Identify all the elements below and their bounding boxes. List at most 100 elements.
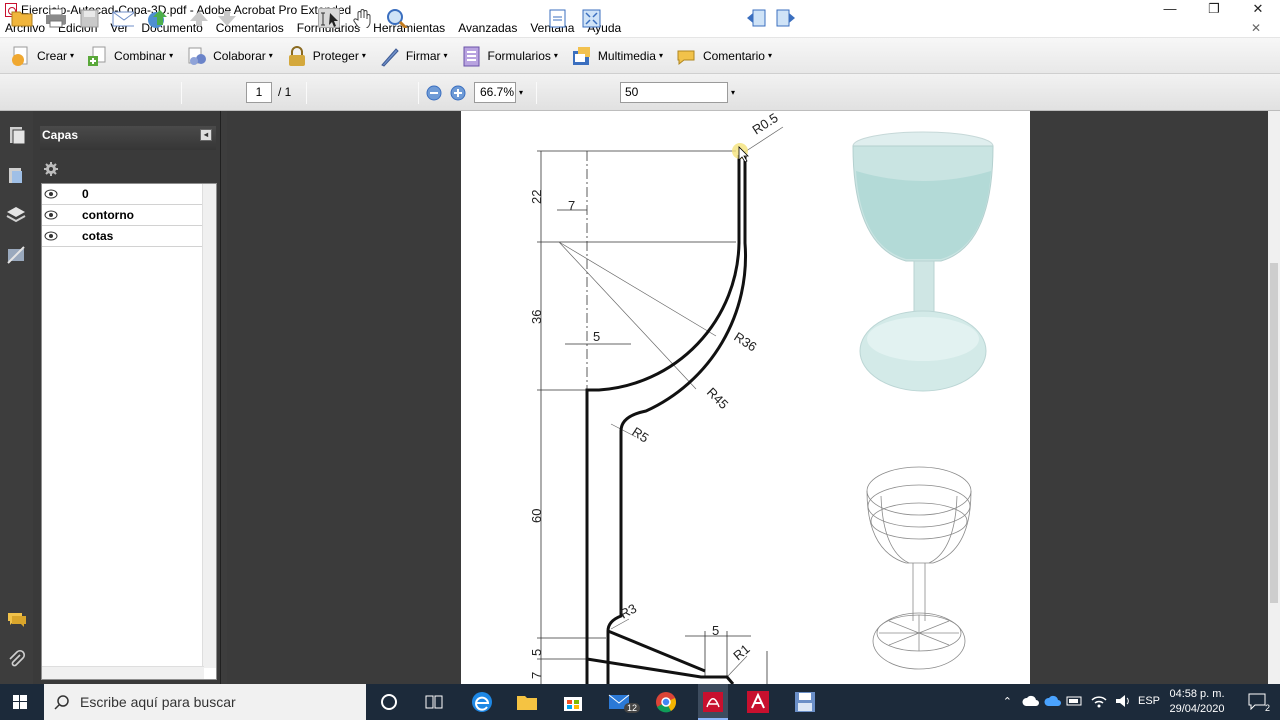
radius-label: R36 bbox=[731, 329, 759, 355]
dim-label: 36 bbox=[529, 310, 544, 324]
page-number-input[interactable]: 1 bbox=[246, 82, 272, 103]
radius-leaders bbox=[558, 126, 784, 678]
zoom-level-input[interactable]: 66.7% bbox=[474, 82, 516, 103]
window-controls: — ❐ ✕ bbox=[1148, 0, 1280, 19]
layers-panel-title: Capas bbox=[42, 128, 79, 142]
zoom-tool-icon[interactable] bbox=[386, 8, 408, 28]
dimension-lines bbox=[537, 150, 768, 691]
collapse-panel-button[interactable]: ◂ bbox=[200, 129, 212, 141]
toolbar-separator bbox=[181, 82, 182, 104]
document-vertical-scrollbar[interactable] bbox=[1268, 111, 1280, 684]
combine-icon bbox=[87, 45, 109, 67]
autocad-icon[interactable] bbox=[746, 690, 770, 714]
store-icon[interactable] bbox=[561, 690, 585, 714]
layer-name: 0 bbox=[82, 187, 89, 201]
rotate-right-icon[interactable] bbox=[775, 8, 797, 28]
notification-center-icon[interactable] bbox=[1248, 692, 1266, 710]
attachment-paperclip-icon[interactable] bbox=[6, 649, 26, 669]
close-window-button[interactable]: ✕ bbox=[1236, 0, 1280, 19]
task-comentario[interactable]: Comentario ▾ bbox=[676, 45, 772, 67]
cloud-icon[interactable] bbox=[1022, 694, 1040, 708]
layers-vertical-scrollbar[interactable] bbox=[202, 184, 216, 668]
task-colaborar[interactable]: Colaborar ▾ bbox=[186, 45, 273, 67]
task-multimedia[interactable]: Multimedia ▾ bbox=[571, 45, 663, 67]
mail-badge: 12 bbox=[624, 703, 641, 713]
zoom-out-icon[interactable] bbox=[425, 84, 447, 104]
save-icon[interactable] bbox=[79, 8, 101, 28]
floppy-save-icon[interactable] bbox=[793, 690, 817, 714]
chrome-icon[interactable] bbox=[654, 690, 678, 714]
layers-icon[interactable] bbox=[6, 205, 26, 225]
visibility-eye-icon[interactable] bbox=[44, 189, 58, 199]
show-hidden-icons-chevron-icon[interactable]: ⌃ bbox=[1003, 695, 1012, 708]
language-indicator[interactable]: ESP bbox=[1138, 695, 1160, 707]
close-document-icon[interactable]: ✕ bbox=[1251, 21, 1261, 35]
radius-label: R0.5 bbox=[749, 111, 780, 138]
task-firmar[interactable]: Firmar ▾ bbox=[379, 45, 448, 67]
visibility-eye-icon[interactable] bbox=[44, 210, 58, 220]
edge-browser-icon[interactable] bbox=[470, 690, 494, 714]
signatures-icon[interactable] bbox=[6, 245, 26, 265]
dim-label: 60 bbox=[529, 509, 544, 523]
select-tool-icon[interactable] bbox=[318, 8, 340, 28]
radius-label: R1 bbox=[730, 641, 752, 663]
toolbar-separator bbox=[306, 82, 307, 104]
fit-page-icon[interactable] bbox=[547, 8, 569, 28]
rotate-left-icon[interactable] bbox=[745, 8, 767, 28]
clock-time: 04:58 p. m. bbox=[1169, 688, 1225, 700]
layer-row[interactable]: cotas bbox=[42, 226, 204, 247]
scrollbar-thumb[interactable] bbox=[1270, 263, 1278, 603]
acrobat-taskbar-button[interactable] bbox=[698, 684, 728, 720]
print-icon[interactable] bbox=[45, 8, 67, 28]
menu-avanzadas[interactable]: Avanzadas bbox=[458, 21, 517, 35]
comments-icon[interactable] bbox=[6, 609, 26, 629]
collaborate-icon bbox=[186, 45, 208, 67]
layers-list: 0 contorno cotas bbox=[41, 183, 217, 680]
upload-icon[interactable] bbox=[146, 8, 168, 28]
full-screen-icon[interactable] bbox=[581, 8, 603, 28]
taskbar-search-box[interactable]: Escribe aquí para buscar bbox=[44, 684, 366, 720]
search-placeholder: Escribe aquí para buscar bbox=[80, 694, 236, 710]
open-folder-icon[interactable] bbox=[11, 8, 33, 28]
pages-icon[interactable] bbox=[6, 125, 26, 145]
onedrive-icon[interactable] bbox=[1044, 694, 1062, 708]
file-explorer-icon[interactable] bbox=[515, 690, 539, 714]
task-view-icon[interactable] bbox=[422, 690, 446, 714]
windows-start-icon[interactable] bbox=[0, 684, 40, 720]
hand-tool-icon[interactable] bbox=[352, 8, 374, 28]
visibility-eye-icon[interactable] bbox=[44, 231, 58, 241]
width-dropdown-arrow[interactable]: ▾ bbox=[731, 88, 735, 97]
minimize-button[interactable]: — bbox=[1148, 0, 1192, 19]
dim-label: 5 bbox=[529, 649, 544, 656]
options-gear-icon[interactable] bbox=[43, 161, 59, 177]
task-crear[interactable]: Crear ▾ bbox=[10, 45, 74, 67]
maximize-button[interactable]: ❐ bbox=[1192, 0, 1236, 19]
multimedia-icon bbox=[571, 45, 593, 67]
create-icon bbox=[10, 45, 32, 67]
layers-horizontal-scrollbar[interactable] bbox=[42, 666, 204, 679]
task-combinar[interactable]: Combinar ▾ bbox=[87, 45, 173, 67]
battery-icon[interactable] bbox=[1066, 694, 1084, 708]
menu-herramientas[interactable]: Herramientas bbox=[373, 21, 445, 35]
dim-label: 5 bbox=[593, 329, 600, 344]
layer-row[interactable]: contorno bbox=[42, 205, 204, 226]
task-proteger[interactable]: Proteger ▾ bbox=[286, 45, 366, 67]
comment-icon bbox=[676, 45, 698, 67]
dim-label: 22 bbox=[529, 190, 544, 204]
task-label: Formularios bbox=[487, 48, 551, 63]
wifi-icon[interactable] bbox=[1090, 693, 1108, 709]
previous-page-icon[interactable] bbox=[188, 8, 210, 28]
attachments-pages-icon[interactable] bbox=[6, 165, 26, 185]
volume-icon[interactable] bbox=[1114, 693, 1132, 709]
zoom-in-icon[interactable] bbox=[449, 84, 471, 104]
layers-panel-header: Capas ◂ bbox=[40, 126, 216, 150]
layer-row[interactable]: 0 bbox=[42, 184, 204, 205]
form-icon bbox=[461, 45, 483, 67]
cortana-icon[interactable] bbox=[377, 690, 401, 714]
zoom-dropdown-arrow[interactable]: ▾ bbox=[519, 88, 523, 97]
task-formularios[interactable]: Formularios ▾ bbox=[461, 45, 558, 67]
next-page-icon[interactable] bbox=[216, 8, 238, 28]
width-value-input[interactable]: 50 bbox=[620, 82, 728, 103]
taskbar-clock[interactable]: 04:58 p. m. 29/04/2020 bbox=[1166, 687, 1228, 717]
email-icon[interactable] bbox=[112, 8, 134, 28]
